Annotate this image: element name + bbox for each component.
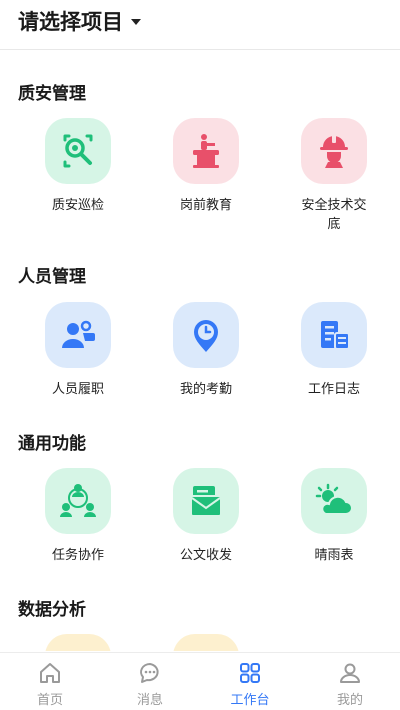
- tile-label: 质安巡检: [51, 198, 104, 213]
- top-bar: 请选择项目: [0, 0, 400, 50]
- project-selector[interactable]: 请选择项目: [18, 6, 141, 36]
- tile-work-log[interactable]: 工作日志: [274, 302, 394, 399]
- tile-weather[interactable]: 晴雨表: [274, 468, 394, 565]
- tile-my-attendance[interactable]: 我的考勤: [146, 302, 266, 399]
- tab-label: 工作台: [230, 693, 270, 708]
- section-title-quality-safety: 质安管理: [18, 84, 86, 104]
- user-icon: [340, 663, 360, 683]
- team-collaboration-icon: [45, 468, 111, 534]
- hardhat-worker-icon: [301, 118, 367, 184]
- tile-label: 晴雨表: [314, 548, 354, 563]
- tile-label: 任务协作: [51, 548, 104, 563]
- project-selector-label: 请选择项目: [18, 10, 123, 34]
- grid-icon: [240, 663, 260, 683]
- tile-label: 我的考勤: [179, 382, 232, 397]
- tile-safety-briefing[interactable]: 安全技术交底: [274, 118, 394, 234]
- tile-label: 公文收发: [179, 548, 232, 563]
- tile-label: 人员履职: [51, 382, 104, 397]
- tab-label: 首页: [36, 693, 63, 708]
- tile-quality-inspection[interactable]: 质安巡检: [18, 118, 138, 215]
- sun-cloud-icon: [301, 468, 367, 534]
- section-title-general: 通用功能: [18, 434, 86, 454]
- caret-down-icon: [131, 19, 141, 25]
- person-duty-icon: [45, 302, 111, 368]
- tile-personnel-duty[interactable]: 人员履职: [18, 302, 138, 399]
- data-analysis-tile-partial[interactable]: [45, 634, 111, 651]
- tile-label: 工作日志: [307, 382, 360, 397]
- tab-label: 我的: [336, 693, 363, 708]
- section-title-data-analysis: 数据分析: [18, 600, 86, 620]
- tile-task-collaboration[interactable]: 任务协作: [18, 468, 138, 565]
- chat-bubble-icon: [140, 663, 159, 683]
- podium-icon: [173, 118, 239, 184]
- tile-pre-job-education[interactable]: 岗前教育: [146, 118, 266, 215]
- tab-messages[interactable]: 消息: [100, 653, 200, 710]
- tab-mine[interactable]: 我的: [300, 653, 400, 710]
- tab-home[interactable]: 首页: [0, 653, 100, 710]
- tile-document-exchange[interactable]: 公文收发: [146, 468, 266, 565]
- work-log-icon: [301, 302, 367, 368]
- bottom-tab-bar: 首页 消息 工作台 我的: [0, 652, 400, 710]
- clock-pin-icon: [173, 302, 239, 368]
- tile-label: 岗前教育: [179, 198, 232, 213]
- data-analysis-tile-partial[interactable]: [173, 634, 239, 651]
- tile-label: 安全技术交底: [301, 198, 367, 232]
- home-icon: [40, 663, 60, 683]
- workbench-content: 质安管理 质安巡检 岗前教育 安全技术交底 人员管理 人员履职 我的考勤 工作日…: [0, 51, 400, 651]
- document-envelope-icon: [173, 468, 239, 534]
- tab-workbench[interactable]: 工作台: [200, 653, 300, 710]
- inspection-search-icon: [45, 118, 111, 184]
- tab-label: 消息: [136, 693, 163, 708]
- section-title-personnel: 人员管理: [18, 267, 86, 287]
